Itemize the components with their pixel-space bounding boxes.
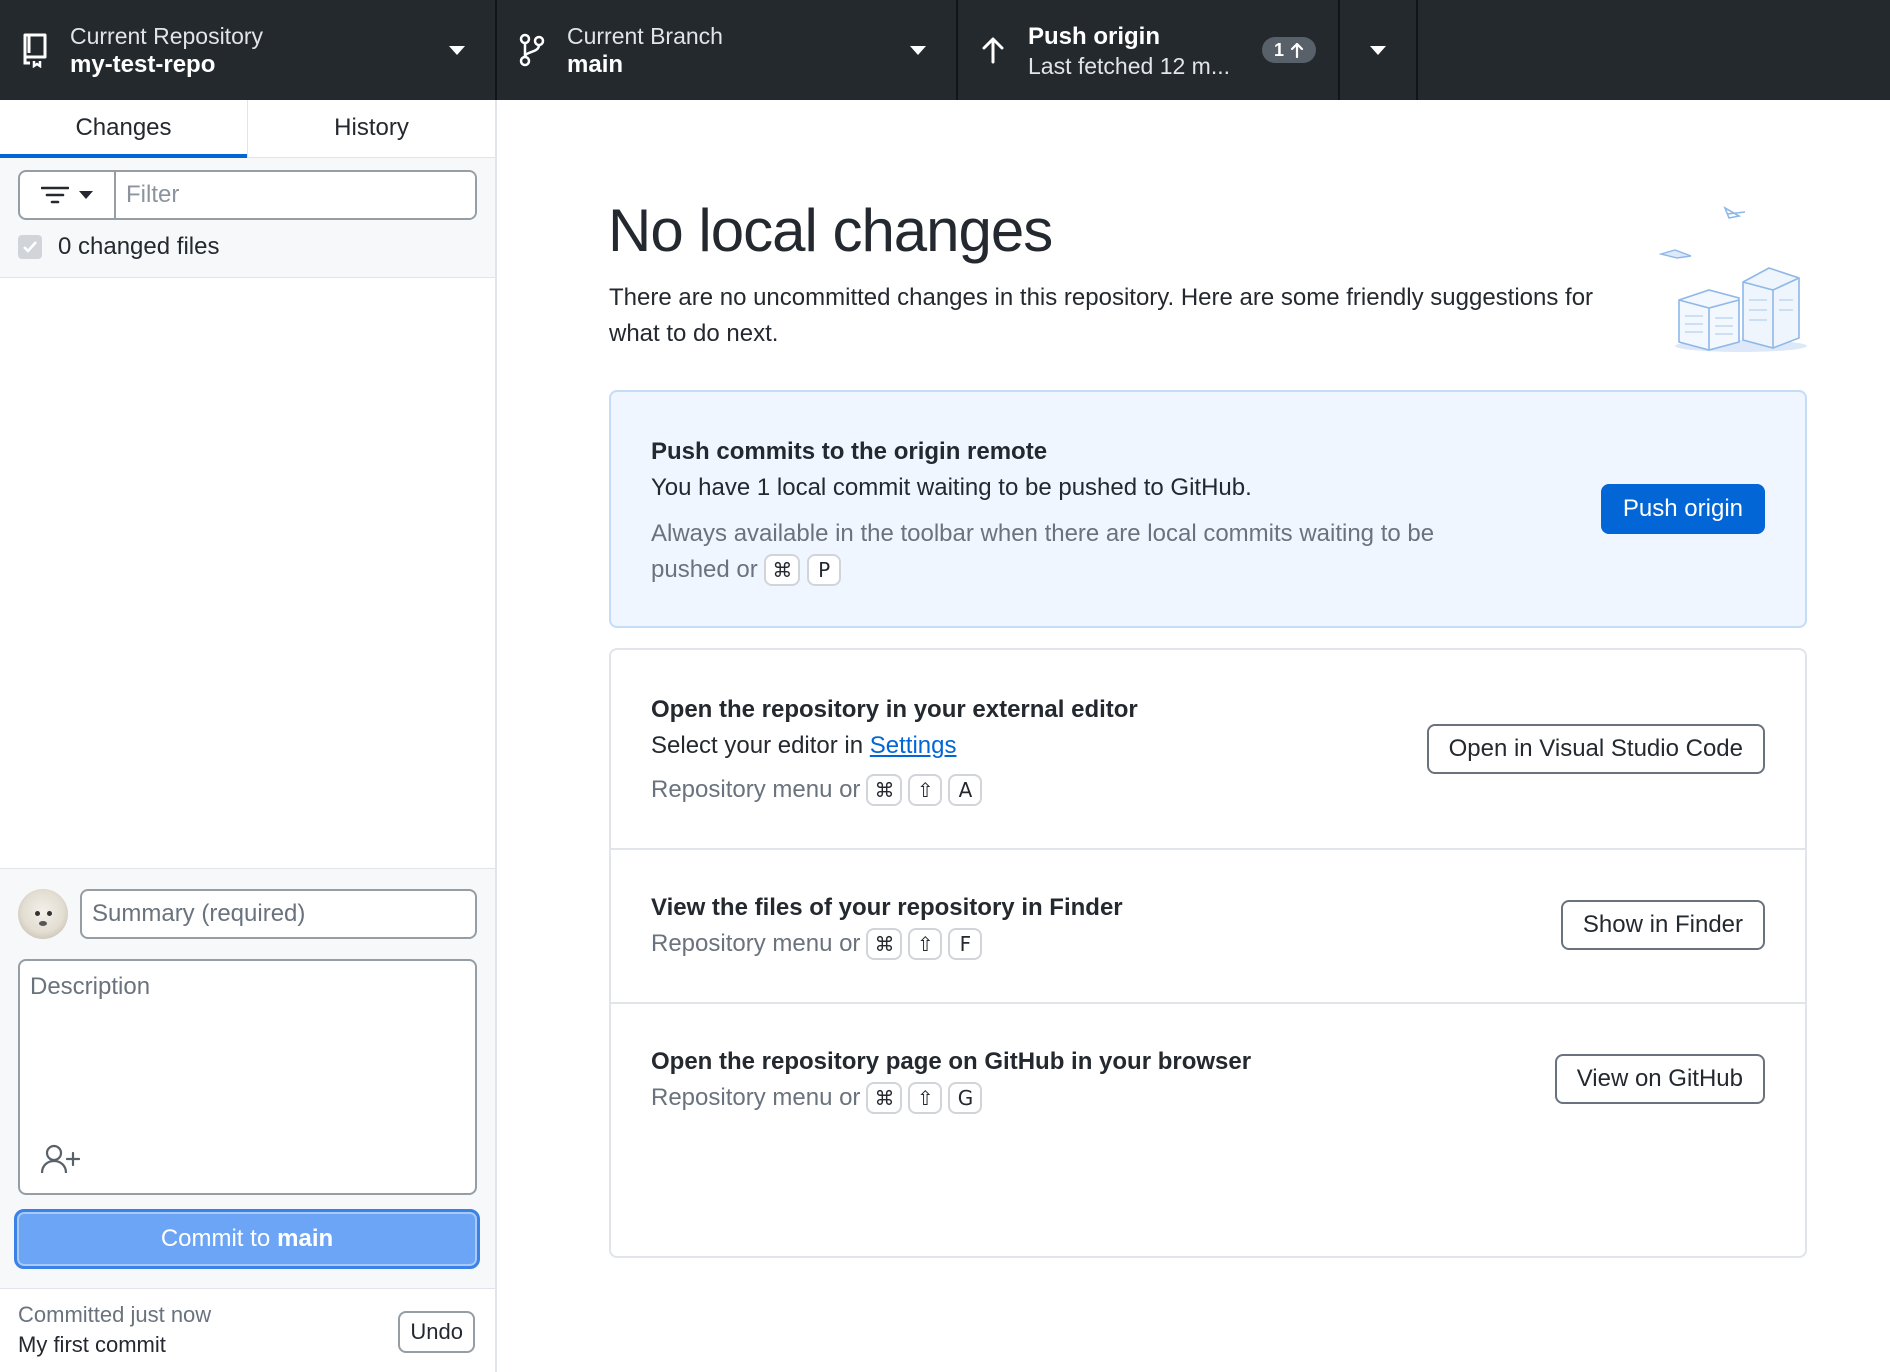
commit-button-branch: main [277,1225,334,1252]
undo-button[interactable]: Undo [398,1311,475,1353]
filter-input[interactable] [116,172,475,218]
sidebar: Changes History 0 changed files [0,100,497,1372]
github-suggestion-hint: Repository menu or ⌘ ⇧ G [651,1080,1251,1116]
last-commit-panel: Committed just now My first commit Undo [0,1288,495,1372]
filter-icon [41,186,69,204]
push-card-title: Push commits to the origin remote [651,438,1048,465]
push-options-dropdown[interactable] [1340,0,1418,100]
check-icon [23,241,37,253]
filter-options-button[interactable] [20,172,116,218]
avatar [18,889,68,939]
empty-state-illustration [1659,206,1807,352]
editor-suggestion-hint: Repository menu or ⌘ ⇧ A [651,772,1138,808]
github-hint-text: Repository menu or [651,1084,861,1111]
suggestion-row-finder: View the files of your repository in Fin… [611,850,1805,1004]
push-suggestion-card: Push commits to the origin remote You ha… [609,390,1807,628]
add-coauthor-icon[interactable] [40,1143,80,1175]
push-label: Push origin [1028,23,1160,50]
summary-row [18,889,477,939]
chevron-down-icon [1370,45,1386,55]
settings-link[interactable]: Settings [870,732,957,759]
changes-filter-area: 0 changed files [0,158,495,278]
chevron-down-icon [449,46,465,55]
shift-key: ⇧ [908,774,943,806]
push-card-description: You have 1 local commit waiting to be pu… [651,474,1252,501]
finder-hint-text: Repository menu or [651,930,861,957]
changed-files-row: 0 changed files [18,232,477,262]
command-key: ⌘ [866,774,903,806]
command-key: ⌘ [866,928,903,960]
f-key: F [948,928,983,960]
repo-icon [23,33,47,68]
finder-suggestion-hint: Repository menu or ⌘ ⇧ F [651,926,1123,962]
push-origin-button[interactable]: Push origin Last fetched 12 m... 1 [958,0,1340,100]
suggestions-card: Open the repository in your external edi… [609,648,1807,1258]
github-suggestion-title: Open the repository page on GitHub in yo… [651,1048,1252,1075]
page-title: No local changes [608,197,1053,264]
ahead-count: 1 [1273,40,1284,60]
page-subtitle: There are no uncommitted changes in this… [609,284,1594,347]
changed-files-count: 0 changed files [58,233,220,260]
open-in-editor-button[interactable]: Open in Visual Studio Code [1426,724,1765,774]
repository-name: my-test-repo [70,51,216,78]
branch-name: main [567,51,624,78]
suggestion-row-github: Open the repository page on GitHub in yo… [611,1004,1805,1156]
tab-changes[interactable]: Changes [0,100,247,158]
suggestion-row-editor: Open the repository in your external edi… [611,650,1805,850]
p-key: P [807,554,842,586]
arrow-up-icon [1290,42,1304,58]
last-fetched-text: Last fetched 12 m... [1028,53,1231,79]
g-key: G [948,1082,983,1114]
branch-label: Current Branch [567,23,723,49]
editor-hint-text: Repository menu or [651,776,861,803]
commit-description-input[interactable] [20,961,475,1141]
sidebar-tabs: Changes History [0,100,495,158]
select-all-checkbox[interactable] [18,235,42,259]
current-branch-dropdown[interactable]: Current Branch main [497,0,958,100]
commit-button-prefix: Commit to [160,1225,271,1252]
toolbar: Current Repository my-test-repo Current … [0,0,1890,100]
command-key: ⌘ [764,554,801,586]
finder-suggestion-title: View the files of your repository in Fin… [651,894,1123,921]
commit-form: Commit to main [0,868,495,1288]
main-content: No local changes There are no uncommitte… [499,100,1890,1372]
push-card-hint: Always available in the toolbar when the… [651,516,1511,588]
commit-button[interactable]: Commit to main [14,1209,480,1269]
chevron-down-icon [910,46,926,55]
chevron-down-icon [79,191,93,199]
shift-key: ⇧ [908,928,943,960]
commit-summary-input[interactable] [80,889,477,939]
filter-row [18,170,477,220]
commit-description-box [18,959,477,1195]
push-origin-card-button[interactable]: Push origin [1600,484,1765,534]
ahead-count-badge: 1 [1261,37,1316,63]
command-key: ⌘ [866,1082,903,1114]
editor-suggestion-description: Select your editor in Settings [651,728,1138,764]
editor-suggestion-title: Open the repository in your external edi… [651,696,1138,723]
show-in-finder-button[interactable]: Show in Finder [1560,900,1765,950]
git-branch-icon [519,33,545,67]
current-repository-dropdown[interactable]: Current Repository my-test-repo [0,0,497,100]
a-key: A [948,774,983,806]
editor-suggestion-prefix: Select your editor in [651,732,864,759]
arrow-up-icon [982,37,1004,64]
repository-label: Current Repository [70,23,264,49]
shift-key: ⇧ [908,1082,943,1114]
view-on-github-button[interactable]: View on GitHub [1554,1054,1765,1104]
tab-history[interactable]: History [247,100,495,157]
